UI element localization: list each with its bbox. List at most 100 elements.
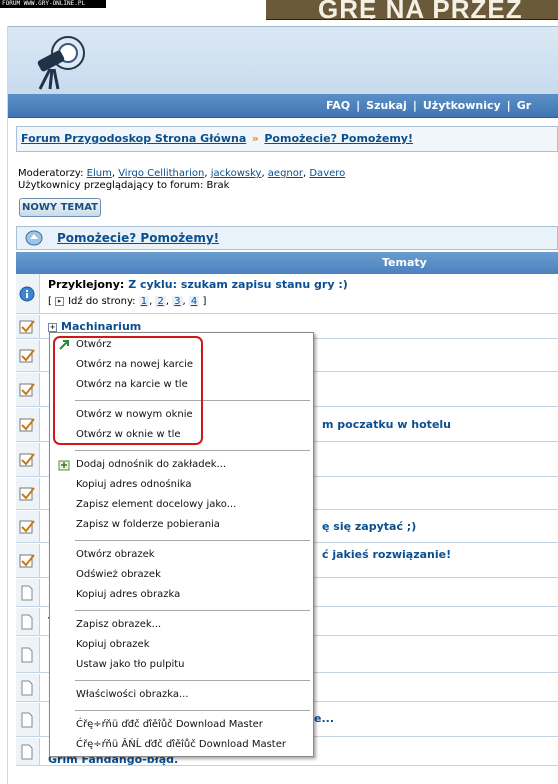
breadcrumb-home-link[interactable]: Forum Przygodoskop Strona Główna [21,132,246,145]
menu-item-download-all-master[interactable]: Ćřę÷ŕňü ÂŃĹ ďđč ďîěîůč Download Master [76,739,286,750]
topic-title[interactable]: ć jakieś rozwiązanie! [322,548,451,561]
menu-item-copy-link[interactable]: Kopiuj adres odnośnika [76,479,192,490]
topics-table-header: Tematy [16,252,558,274]
topic-checked-icon [19,320,35,334]
page-link[interactable]: 2 [155,296,166,307]
topic-page-icon [21,712,33,728]
menu-item-open-image[interactable]: Otwórz obrazek [76,549,155,560]
row-icon-cell [16,674,40,701]
topic-page-icon [21,680,33,696]
forum-title-link[interactable]: Pomożecie? Pomożemy! [57,231,219,245]
highlight-annotation-box [53,336,203,445]
topics-column-header: Tematy [382,256,427,269]
nav-search-link[interactable]: Szukaj [366,99,407,112]
moderators-info: Moderatorzy: Elum, Virgo Cellitharion, j… [18,168,345,192]
topic-link[interactable]: e... [314,712,334,725]
topic-checked-icon [19,418,35,432]
menu-item-copy-image[interactable]: Kopiuj obrazek [76,639,150,650]
topic-link[interactable]: ę się zapytać ;) [322,520,416,533]
sticky-pagination: [ ▸ Idź do strony: 1, 2, 3, 4 ] [48,296,207,307]
row-icon-cell [16,340,40,371]
row-icon-cell [16,274,40,313]
menu-item-set-wallpaper[interactable]: Ustaw jako tło pulpitu [76,659,184,670]
row-icon-cell [16,443,40,476]
menu-separator [75,450,310,451]
bookmark-add-icon [58,460,70,471]
nav-separator: | [412,99,417,112]
nav-more-link[interactable]: Gr [517,99,531,112]
site-tag: FORUM WWW.GRY-ONLINE.PL [0,0,106,8]
topic-title[interactable]: ę się zapytać ;) [322,520,416,533]
row-icon-cell [16,579,40,606]
moderator-link[interactable]: jackowsky [211,168,262,179]
moderator-link[interactable]: Virgo Cellitharion [118,168,204,179]
row-icon-cell [16,738,40,765]
nav-separator: | [356,99,361,112]
row-icon-cell [16,608,40,635]
page-link[interactable]: 4 [188,296,200,307]
forum-title-bar: Pomożecie? Pomożemy! [16,226,558,250]
moderator-link[interactable]: Davero [309,168,345,179]
row-icon-cell [16,478,40,509]
topic-page-icon [21,647,33,663]
forum-folder-icon [25,230,43,246]
expand-icon[interactable]: + [48,323,57,332]
sticky-topic-title[interactable]: Przyklejony: Z cyklu: szukam zapisu stan… [48,278,348,291]
goto-page-icon: ▸ [55,297,65,306]
menu-item-bookmark-link[interactable]: Dodaj odnośnik do zakładek... [76,459,226,470]
topic-link[interactable]: m poczatku w hotelu [322,418,451,431]
topic-page-icon [21,585,33,601]
nav-faq-link[interactable]: FAQ [326,99,350,112]
topic-checked-icon [19,487,35,501]
moderator-link[interactable]: Elum [87,168,112,179]
topic-page-icon [21,744,33,760]
menu-item-copy-image-address[interactable]: Kopiuj adres obrazka [76,589,180,600]
topic-page-icon [21,614,33,630]
sticky-topic-link[interactable]: Z cyklu: szukam zapisu stanu gry :) [128,278,348,291]
goto-label: Idź do strony: [68,296,136,307]
topic-checked-icon [19,554,35,568]
menu-item-image-properties[interactable]: Właściwości obrazka... [76,689,189,700]
topic-checked-icon [19,453,35,467]
topic-link[interactable]: ć jakieś rozwiązanie! [322,548,451,561]
row-icon-cell [16,544,40,577]
table-row[interactable]: Przyklejony: Z cyklu: szukam zapisu stan… [16,274,558,314]
row-icon-cell [16,703,40,736]
row-icon-cell [16,373,40,406]
page-link[interactable]: 3 [172,296,183,307]
menu-separator [75,680,310,681]
new-topic-button[interactable]: NOWY TEMAT [19,198,101,217]
topic-checked-icon [19,520,35,534]
row-icon-cell [16,315,40,338]
moderator-link[interactable]: aegnor [268,168,303,179]
page-link[interactable]: 1 [138,296,150,307]
menu-item-download-master[interactable]: Ćřę÷ŕňü ďđč ďîěîůč Download Master [76,719,263,730]
menu-item-reload-image[interactable]: Odśwież obrazek [76,569,161,580]
row-icon-cell [16,511,40,542]
info-icon [19,286,35,302]
ad-banner-text: GRĘ NA PRZEZ [318,0,523,20]
forum-header [8,26,558,94]
row-icon-cell [16,408,40,441]
breadcrumb: Forum Przygodoskop Strona Główna » Pomoż… [16,126,558,152]
nav-separator: | [506,99,511,112]
menu-separator [75,710,310,711]
topic-title[interactable]: e... [314,712,334,725]
breadcrumb-current-link[interactable]: Pomożecie? Pomożemy! [264,132,413,145]
viewing-users-text: Użytkownicy przeglądający to forum: Brak [18,180,230,191]
topic-title[interactable]: m poczatku w hotelu [322,418,451,431]
menu-separator [75,610,310,611]
menu-item-save-downloads[interactable]: Zapisz w folderze pobierania [76,519,220,530]
ad-banner[interactable]: GRĘ NA PRZEZ [266,0,558,20]
nav-users-link[interactable]: Użytkownicy [423,99,501,112]
top-navigation-bar: FAQ | Szukaj | Użytkownicy | Gr [8,94,558,118]
telescope-logo-icon[interactable] [28,33,92,91]
breadcrumb-arrow: » [251,132,259,145]
row-icon-cell [16,637,40,672]
sticky-prefix: Przyklejony: [48,278,125,291]
menu-item-save-target[interactable]: Zapisz element docelowy jako... [76,499,236,510]
moderators-label: Moderatorzy: [18,168,84,179]
page-left-frame [0,26,8,784]
menu-separator [75,540,310,541]
menu-item-save-image[interactable]: Zapisz obrazek... [76,619,161,630]
